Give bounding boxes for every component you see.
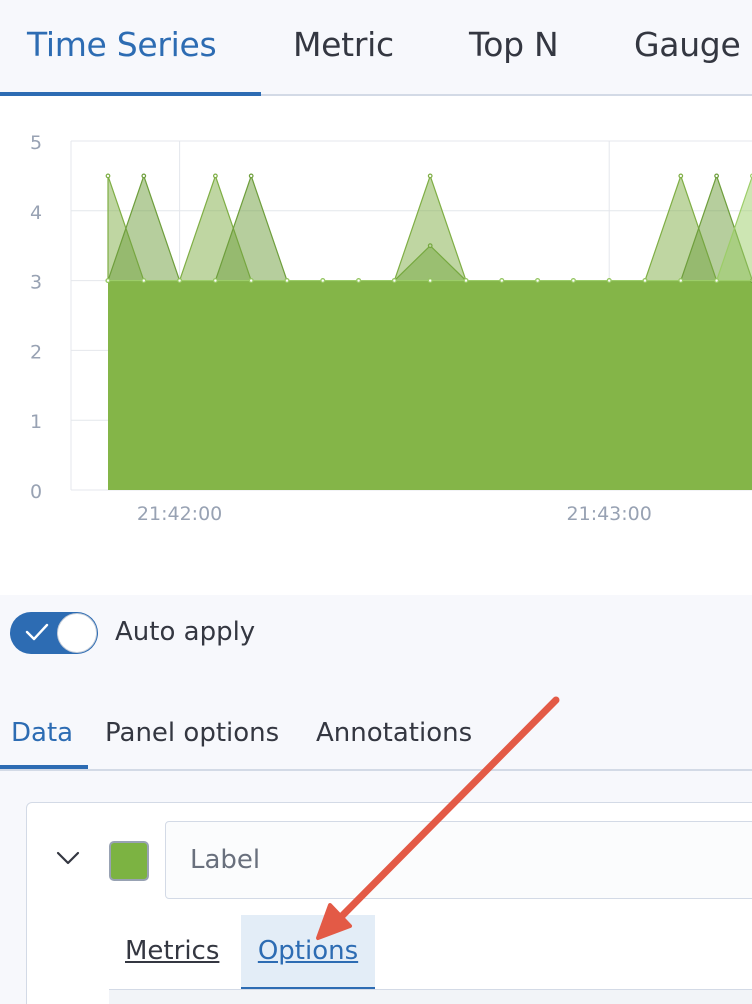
- y-tick-label: 1: [30, 411, 42, 433]
- checkmark-icon: [25, 623, 49, 641]
- data-point: [714, 278, 719, 284]
- y-tick-label: 3: [30, 272, 42, 294]
- chart-series: [105, 173, 752, 490]
- tab-panel-options[interactable]: Panel options: [105, 713, 279, 753]
- tab-annotations[interactable]: Annotations: [316, 713, 472, 753]
- data-point: [571, 278, 576, 284]
- time-series-chart-area: 012345 21:42:0021:43:0021:44:00: [0, 98, 752, 595]
- data-point: [105, 173, 111, 179]
- baseline-area: [108, 280, 752, 490]
- y-axis: 0 1 2 3 4 5: [30, 132, 42, 503]
- auto-apply-label: Auto apply: [115, 617, 256, 647]
- data-point: [642, 278, 648, 284]
- tab-metric[interactable]: Metric: [293, 22, 394, 68]
- tab-time-series[interactable]: Time Series: [27, 22, 217, 68]
- data-point: [392, 278, 397, 284]
- data-point: [248, 173, 254, 179]
- data-point: [427, 278, 433, 284]
- y-tick-label: 4: [30, 202, 42, 224]
- tab-top-n[interactable]: Top N: [469, 22, 559, 68]
- data-point: [284, 278, 290, 284]
- chevron-down-icon[interactable]: [55, 845, 81, 871]
- series-card-tabs: Metrics Options: [109, 915, 752, 991]
- data-point: [105, 278, 111, 284]
- series-card: Metrics Options: [26, 802, 752, 1004]
- toggle-knob: [57, 613, 97, 653]
- series-area-2: [107, 174, 752, 282]
- data-point: [606, 278, 612, 284]
- data-point: [320, 278, 326, 284]
- series-color-swatch[interactable]: [109, 841, 149, 881]
- data-point: [177, 278, 183, 284]
- data-point: [212, 173, 218, 179]
- editor-tabs: Data Panel options Annotations: [0, 705, 752, 771]
- y-tick-label: 5: [30, 132, 42, 154]
- x-tick-label: 21:42:00: [137, 503, 222, 525]
- series-card-content: [109, 989, 752, 1004]
- series-label-input[interactable]: [165, 821, 752, 899]
- data-point: [356, 278, 362, 284]
- data-point: [678, 173, 684, 179]
- data-point: [141, 173, 147, 179]
- data-point: [535, 278, 540, 284]
- data-point: [463, 278, 469, 284]
- data-point: [427, 173, 433, 179]
- data-point: [212, 278, 218, 284]
- data-point: [499, 278, 505, 284]
- time-series-chart[interactable]: 012345 21:42:0021:43:0021:44:00: [0, 98, 752, 595]
- tab-options[interactable]: Options: [241, 915, 375, 991]
- x-tick-label: 21:43:00: [567, 503, 652, 525]
- y-tick-label: 2: [30, 341, 42, 363]
- active-tab-indicator: [0, 92, 261, 96]
- visualization-type-tabs: Time Series Metric Top N Gauge: [0, 0, 752, 96]
- data-point: [248, 278, 254, 284]
- y-tick-label: 0: [30, 481, 42, 503]
- data-point: [678, 278, 684, 284]
- data-point: [714, 173, 719, 179]
- tab-metrics[interactable]: Metrics: [125, 915, 219, 991]
- tab-gauge[interactable]: Gauge: [634, 22, 741, 68]
- data-point: [141, 278, 147, 284]
- x-axis: 21:42:0021:43:0021:44:00: [137, 503, 652, 525]
- editor-panel: Auto apply Data Panel options Annotation…: [0, 595, 752, 1004]
- tab-data[interactable]: Data: [11, 713, 73, 753]
- auto-apply-toggle[interactable]: [10, 612, 98, 654]
- active-editor-tab-indicator: [0, 765, 88, 769]
